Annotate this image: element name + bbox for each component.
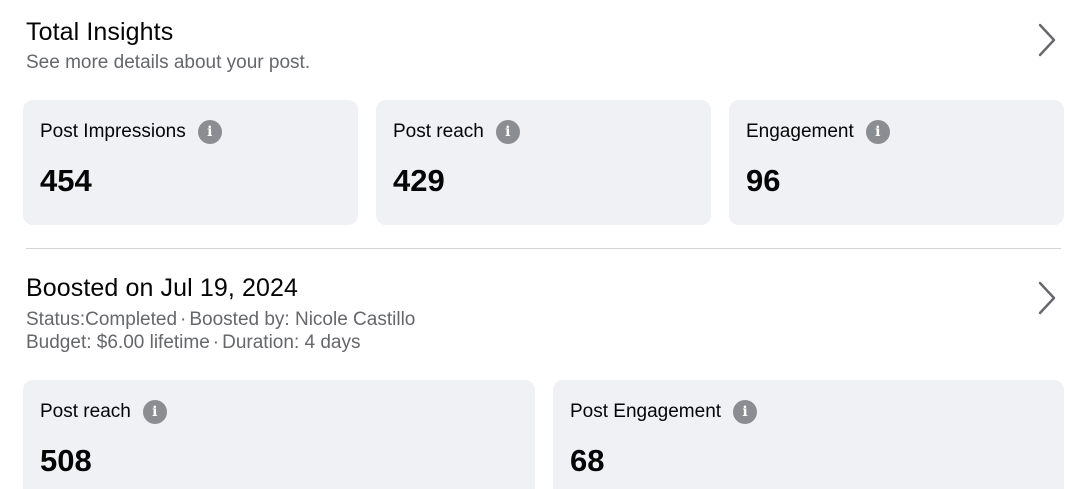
boost-status-line: Status:Completed · Boosted by: Nicole Cast…: [26, 308, 1065, 331]
info-icon[interactable]: i: [197, 120, 222, 144]
boost-header[interactable]: Boosted on Jul 19, 2024 Status:Completed…: [26, 274, 1065, 358]
engagement-label: Engagement: [746, 121, 854, 142]
post-reach-label: Post reach: [393, 121, 484, 142]
post-impressions-card[interactable]: Post Impressions i 454: [23, 100, 358, 225]
boost-post-engagement-value: 68: [570, 443, 605, 478]
boost-post-reach-label: Post reach: [40, 401, 131, 422]
engagement-card[interactable]: Engagement i 96: [729, 100, 1064, 225]
post-impressions-value: 454: [40, 163, 92, 198]
post-reach-card[interactable]: Post reach i 429: [376, 100, 711, 225]
boost-status: Status:Completed: [26, 309, 178, 330]
chevron-right-icon[interactable]: [1033, 280, 1061, 316]
info-icon[interactable]: i: [865, 120, 890, 144]
boost-duration: Duration: 4 days: [222, 332, 361, 353]
post-reach-value: 429: [393, 163, 445, 198]
boost-post-reach-value: 508: [40, 443, 92, 478]
post-reach-label-row: Post reach i: [393, 120, 520, 144]
boost-budget-line: Budget: $6.00 lifetime · Duration: 4 days: [26, 331, 1065, 354]
boost-title: Boosted on Jul 19, 2024: [26, 274, 298, 302]
engagement-label-row: Engagement i: [746, 120, 890, 144]
total-insights-header[interactable]: Total Insights See more details about yo…: [26, 18, 1065, 78]
separator-dot: ·: [180, 309, 187, 330]
boost-post-engagement-label-row: Post Engagement i: [570, 400, 758, 424]
engagement-value: 96: [746, 163, 781, 198]
total-insights-title: Total Insights: [26, 18, 174, 46]
info-icon[interactable]: i: [495, 120, 520, 144]
post-impressions-label: Post Impressions: [40, 121, 186, 142]
total-insights-subtitle: See more details about your post.: [26, 52, 311, 73]
boost-budget: Budget: $6.00 lifetime: [26, 332, 210, 353]
boost-boosted-by: Boosted by: Nicole Castillo: [189, 309, 416, 330]
separator-dot: ·: [212, 332, 220, 353]
boost-post-engagement-card[interactable]: Post Engagement i 68: [553, 380, 1064, 489]
post-insights-page: Total Insights See more details about yo…: [0, 0, 1065, 489]
chevron-right-icon[interactable]: [1033, 22, 1061, 58]
boost-post-reach-card[interactable]: Post reach i 508: [23, 380, 535, 489]
info-icon[interactable]: i: [733, 400, 758, 424]
post-impressions-label-row: Post Impressions i: [40, 120, 222, 144]
section-divider: [26, 248, 1061, 249]
boost-post-engagement-label: Post Engagement: [570, 401, 722, 422]
boost-post-reach-label-row: Post reach i: [40, 400, 167, 424]
info-icon[interactable]: i: [142, 400, 167, 424]
